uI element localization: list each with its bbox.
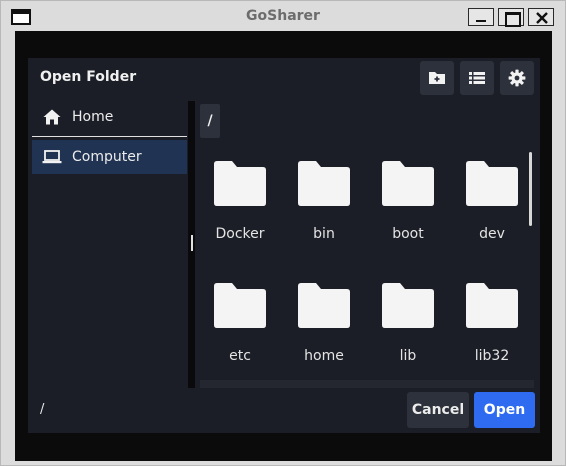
list-view-button[interactable] [460,61,494,95]
list-icon [469,72,485,84]
selected-path: / [40,402,45,417]
folder-item-etc[interactable]: etc [200,272,280,372]
folder-icon [298,283,350,328]
breadcrumb-root[interactable]: / [200,104,220,138]
minimize-button[interactable] [468,8,494,26]
close-icon [536,12,548,24]
folder-icon [382,161,434,206]
vertical-scrollbar[interactable] [529,152,532,226]
folder-plus-icon [429,72,445,84]
folder-label: home [304,348,344,364]
gear-icon [508,69,526,87]
folder-item-docker[interactable]: Docker [200,150,280,250]
title-bar[interactable]: GoSharer [1,1,565,31]
dialog-title: Open Folder [40,69,137,85]
sidebar-item-computer[interactable]: Computer [32,140,187,174]
sidebar-item-label: Home [72,109,114,125]
maximize-button[interactable] [498,8,524,27]
folder-item-home[interactable]: home [284,272,364,372]
horizontal-scrollbar[interactable] [200,380,534,388]
folder-grid: Docker bin boot dev etc home lib lib32 [200,150,530,386]
folder-label: lib [399,348,417,364]
folder-item-lib32[interactable]: lib32 [452,272,530,372]
places-sidebar: Home Computer [32,98,187,218]
home-icon [32,109,72,125]
folder-label: dev [479,226,505,242]
settings-button[interactable] [500,61,534,95]
folder-item-bin[interactable]: bin [284,150,364,250]
open-folder-dialog: Open Folder Home Computer / Docker bin b… [28,58,540,433]
folder-icon [466,161,518,206]
cancel-button[interactable]: Cancel [407,392,469,428]
sidebar-item-home[interactable]: Home [32,100,187,134]
folder-label: lib32 [474,348,510,364]
folder-icon [214,161,266,206]
close-button[interactable] [528,8,554,26]
laptop-icon [32,150,72,164]
folder-icon [298,161,350,206]
folder-label: Docker [215,226,265,242]
folder-label: etc [229,348,251,364]
sidebar-divider [32,136,187,137]
new-folder-button[interactable] [420,61,454,95]
folder-label: bin [313,226,335,242]
folder-icon [214,283,266,328]
split-handle[interactable] [191,235,193,251]
folder-item-dev[interactable]: dev [452,150,530,250]
open-button[interactable]: Open [474,392,535,428]
folder-item-lib[interactable]: lib [368,272,448,372]
folder-icon [466,283,518,328]
folder-item-boot[interactable]: boot [368,150,448,250]
sidebar-item-label: Computer [72,149,142,165]
folder-label: boot [392,226,424,242]
folder-icon [382,283,434,328]
